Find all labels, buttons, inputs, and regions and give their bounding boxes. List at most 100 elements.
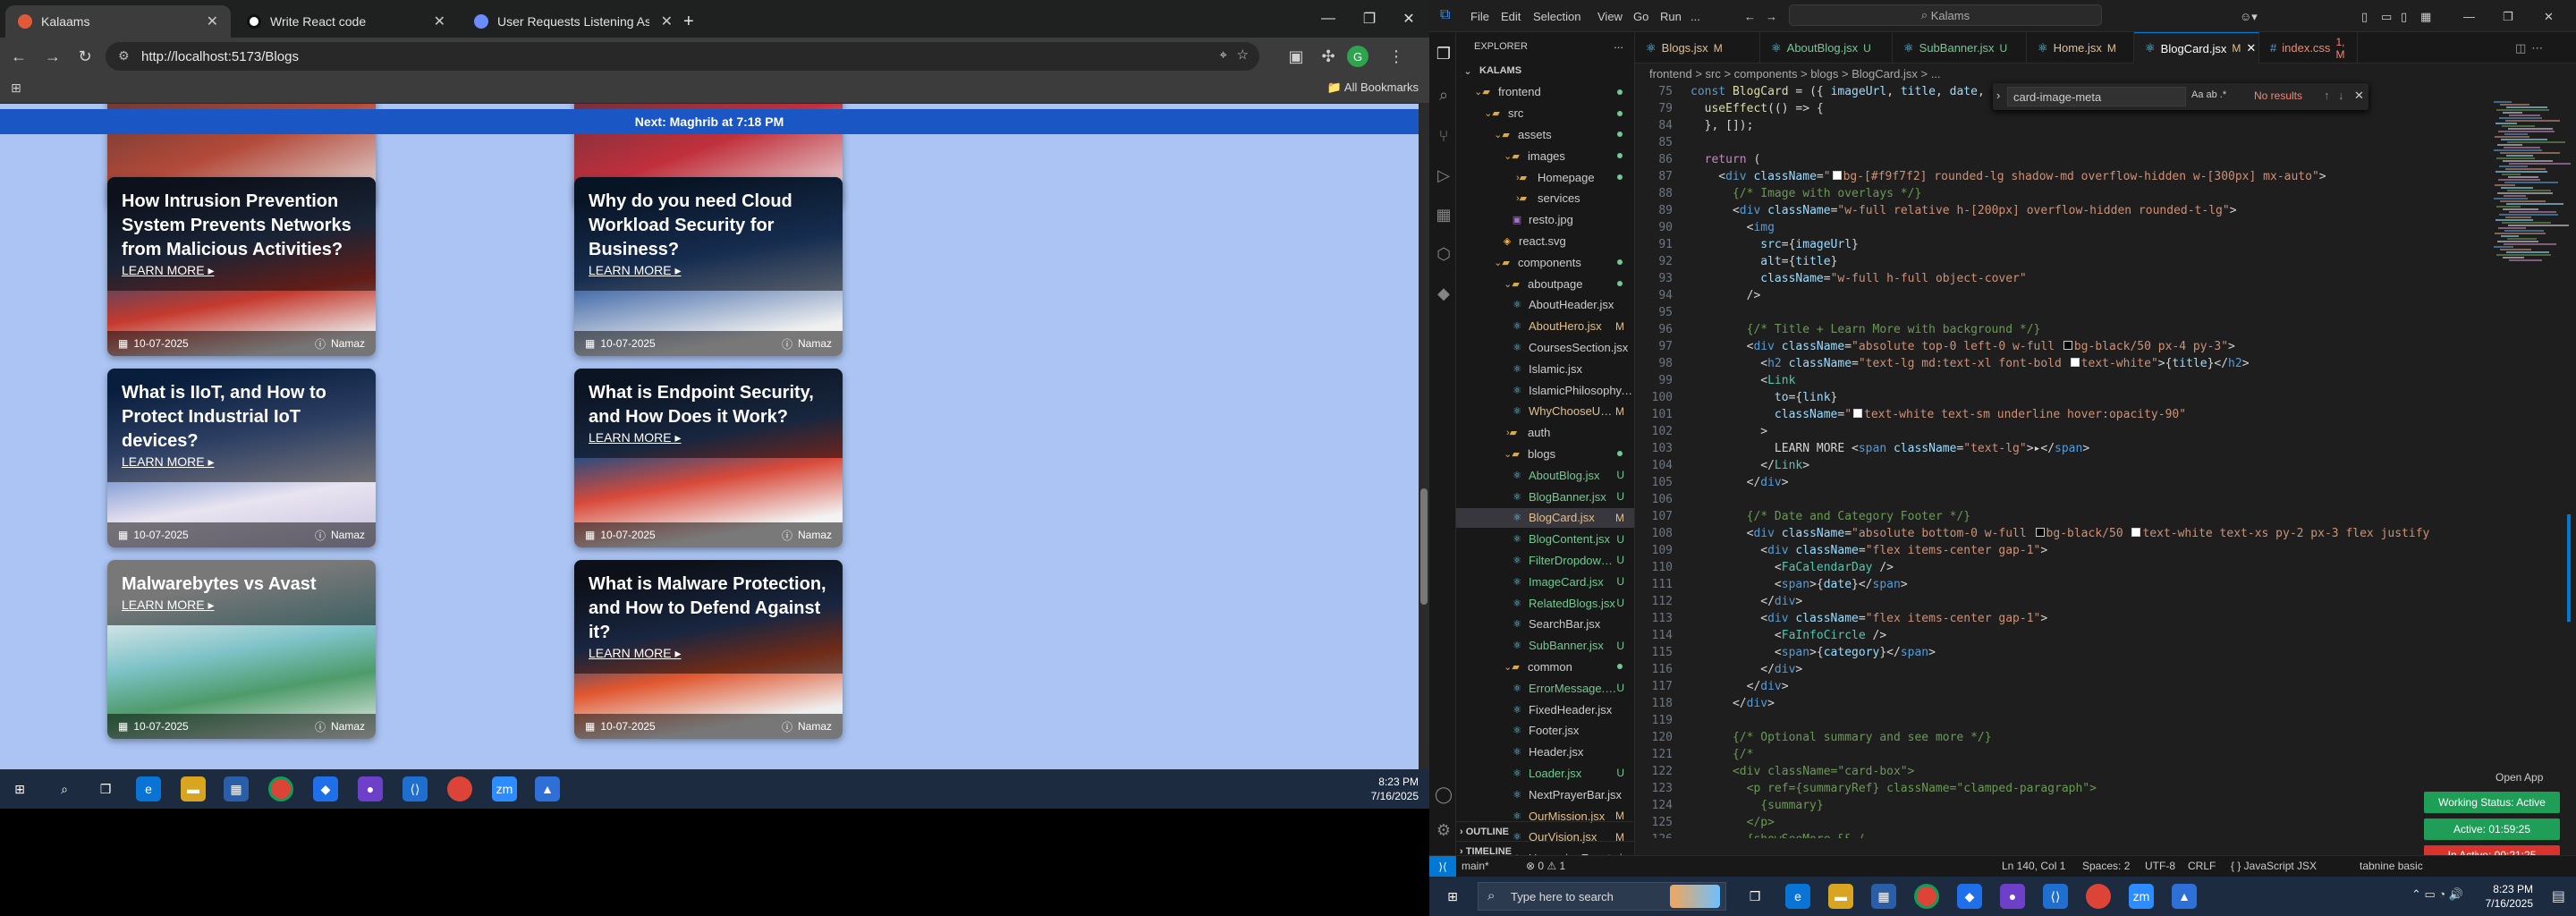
- editor-tab[interactable]: ⚛ Blogs.jsx M: [1635, 32, 1760, 64]
- editor-tab[interactable]: ⚛ AboutBlog.jsx U: [1760, 32, 1893, 64]
- blog-card[interactable]: What is IIoT, and How to Protect Industr…: [107, 369, 376, 547]
- explorer-folder[interactable]: ›▰ auth: [1456, 423, 1634, 443]
- menu-go[interactable]: Go: [1633, 10, 1648, 23]
- vs-minimize-icon[interactable]: —: [2463, 10, 2475, 23]
- nav-forward-icon[interactable]: →: [1766, 10, 1777, 23]
- prev-match-icon[interactable]: ↑: [2324, 89, 2330, 102]
- vs-maximize-icon[interactable]: ❐: [2503, 10, 2513, 24]
- explorer-file[interactable]: ⚛ RelatedBlogs.jsx U: [1456, 593, 1634, 613]
- explorer-icon[interactable]: ❐: [1433, 43, 1454, 64]
- split-editor-icon[interactable]: ◫: [2515, 41, 2526, 55]
- back-icon[interactable]: ←: [7, 45, 30, 68]
- search-icon[interactable]: ⌕: [52, 776, 77, 802]
- editor-tab[interactable]: ⚛ SubBanner.jsx U: [1893, 32, 2027, 64]
- learn-more-link[interactable]: LEARN MORE ▸: [589, 429, 828, 445]
- address-bar[interactable]: ⚙ http://localhost:5173/Blogs ⌖ ☆: [106, 42, 1259, 71]
- editor-more-icon[interactable]: ⋯: [2531, 41, 2543, 55]
- working-status-badge[interactable]: Working Status: Active: [2424, 792, 2560, 813]
- explorer-file[interactable]: ⚛ BlogContent.jsx U: [1456, 530, 1634, 549]
- explorer-file[interactable]: ⚛ CoursesSection.jsx: [1456, 337, 1634, 357]
- notification-icon[interactable]: ▤: [2552, 887, 2565, 905]
- app-icon[interactable]: ◆: [1957, 884, 1982, 909]
- editor-scroll-indicator[interactable]: [2567, 514, 2571, 622]
- explorer-file[interactable]: ⚛ WhyChooseUs.jsx M: [1456, 402, 1634, 421]
- blog-card[interactable]: What is Endpoint Security, and How Does …: [574, 369, 843, 547]
- menu-selection[interactable]: Selection: [1533, 10, 1580, 23]
- page-scrollbar[interactable]: [1419, 104, 1429, 769]
- windows-start-icon[interactable]: ⊞: [7, 776, 32, 802]
- chrome-icon[interactable]: [268, 776, 293, 802]
- explorer-file[interactable]: ⚛ ImageCard.jsx U: [1456, 572, 1634, 591]
- menu-view[interactable]: View: [1597, 10, 1623, 23]
- status-item[interactable]: ⊗ 0 ⚠ 1: [1526, 860, 1565, 872]
- toggle-replace-icon[interactable]: ›: [1996, 89, 2000, 102]
- learn-more-link[interactable]: LEARN MORE ▸: [589, 262, 828, 278]
- status-item[interactable]: CRLF: [2188, 860, 2216, 872]
- learn-more-link[interactable]: LEARN MORE ▸: [589, 645, 828, 661]
- menu-file[interactable]: File: [1470, 10, 1489, 23]
- explorer-folder[interactable]: ⌄▰ frontend: [1456, 82, 1634, 102]
- explorer-file[interactable]: ▣ resto.jpg: [1456, 210, 1634, 230]
- explorer-file[interactable]: ⚛ FixedHeader.jsx: [1456, 700, 1634, 719]
- screen-recorder-icon[interactable]: ▲: [535, 776, 560, 802]
- site-info-icon[interactable]: ⚙: [118, 48, 130, 64]
- find-options[interactable]: Aa ab .*: [2191, 89, 2226, 100]
- explorer-file[interactable]: ◈ react.svg: [1456, 231, 1634, 250]
- minimize-icon[interactable]: —: [1308, 0, 1349, 38]
- extensions-icon[interactable]: ▦: [1433, 204, 1454, 225]
- scrollbar-thumb[interactable]: [1420, 488, 1428, 605]
- blog-card[interactable]: What is Malware Protection, and How to D…: [574, 560, 843, 739]
- store-icon[interactable]: ▦: [1871, 884, 1896, 909]
- explorer-folder[interactable]: ⌄▰ assets: [1456, 124, 1634, 144]
- learn-more-link[interactable]: LEARN MORE ▸: [122, 597, 361, 613]
- remote-explorer-icon[interactable]: ⬡: [1433, 243, 1454, 265]
- explorer-file[interactable]: ⚛ AboutHero.jsx M: [1456, 317, 1634, 336]
- status-item[interactable]: tabnine basic: [2360, 860, 2423, 872]
- status-item[interactable]: Spaces: 2: [2082, 860, 2130, 872]
- explorer-folder[interactable]: ⌄▰ aboutpage: [1456, 274, 1634, 293]
- explorer-file[interactable]: ⚛ FilterDropdown.jsx U: [1456, 550, 1634, 570]
- remote-indicator-icon[interactable]: ⟩⟨: [1429, 856, 1456, 877]
- learn-more-link[interactable]: LEARN MORE ▸: [122, 454, 361, 470]
- vscode-icon[interactable]: ⟨⟩: [2043, 884, 2068, 909]
- explorer-folder[interactable]: ›▰ Homepage: [1456, 167, 1634, 187]
- chrome-tab-user-requests[interactable]: User Requests Listening Assista ✕: [462, 5, 685, 38]
- new-tab-button[interactable]: +: [676, 5, 708, 38]
- close-tab-icon[interactable]: ✕: [661, 13, 673, 30]
- explorer-file[interactable]: ⚛ Footer.jsx: [1456, 721, 1634, 741]
- edge-icon[interactable]: e: [136, 776, 161, 802]
- vscode-icon[interactable]: ⟨⟩: [402, 776, 428, 802]
- task-view-icon[interactable]: ❒: [1742, 884, 1767, 909]
- editor-actions[interactable]: ◫ ⋯: [2504, 32, 2576, 64]
- vs-close-icon[interactable]: ✕: [2544, 10, 2554, 24]
- explorer-file[interactable]: ⚛ BlogBanner.jsx U: [1456, 487, 1634, 506]
- status-item[interactable]: main*: [1462, 860, 1489, 872]
- profile-avatar[interactable]: G: [1347, 46, 1368, 67]
- apps-grid-icon[interactable]: ⊞: [11, 81, 21, 96]
- all-bookmarks-button[interactable]: 📁 All Bookmarks: [1327, 81, 1419, 95]
- chrome-menu-icon[interactable]: ⋮: [1385, 45, 1408, 68]
- find-input[interactable]: card-image-meta: [2007, 87, 2186, 106]
- explorer-folder[interactable]: ›▰ services: [1456, 189, 1634, 208]
- app-icon[interactable]: ◆: [313, 776, 338, 802]
- chrome-tab-kalaams[interactable]: Kalaams ✕: [5, 5, 231, 38]
- windows-start-icon[interactable]: ⊞: [1440, 884, 1465, 909]
- editor-tab[interactable]: # index.css 1, M: [2259, 32, 2358, 64]
- layout-secondary-icon[interactable]: ▯: [2401, 10, 2407, 24]
- explorer-file[interactable]: ⚛ NextPrayerBar.jsx: [1456, 785, 1634, 804]
- manage-gear-icon[interactable]: ⚙: [1433, 819, 1454, 841]
- close-find-icon[interactable]: ✕: [2354, 89, 2364, 103]
- bookmark-star-icon[interactable]: ☆: [1237, 47, 1249, 63]
- blog-card[interactable]: Why do you need Cloud Workload Security …: [574, 177, 843, 356]
- explorer-file[interactable]: ⚛ IslamicPhilosophy.jsx: [1456, 380, 1634, 400]
- puzzle-extensions-icon[interactable]: ✣: [1317, 45, 1340, 68]
- tabnine-icon[interactable]: ◆: [1433, 283, 1454, 304]
- reload-icon[interactable]: ↻: [73, 45, 97, 68]
- store-icon[interactable]: ▦: [224, 776, 249, 802]
- outline-section[interactable]: › OUTLINE: [1456, 821, 1634, 841]
- forward-icon[interactable]: →: [41, 45, 64, 68]
- source-control-icon[interactable]: ⑂: [1433, 125, 1454, 147]
- explorer-folder[interactable]: ⌄▰ common: [1456, 657, 1634, 676]
- chrome-profile-icon[interactable]: [2086, 884, 2111, 909]
- status-item[interactable]: Ln 140, Col 1: [2002, 860, 2065, 872]
